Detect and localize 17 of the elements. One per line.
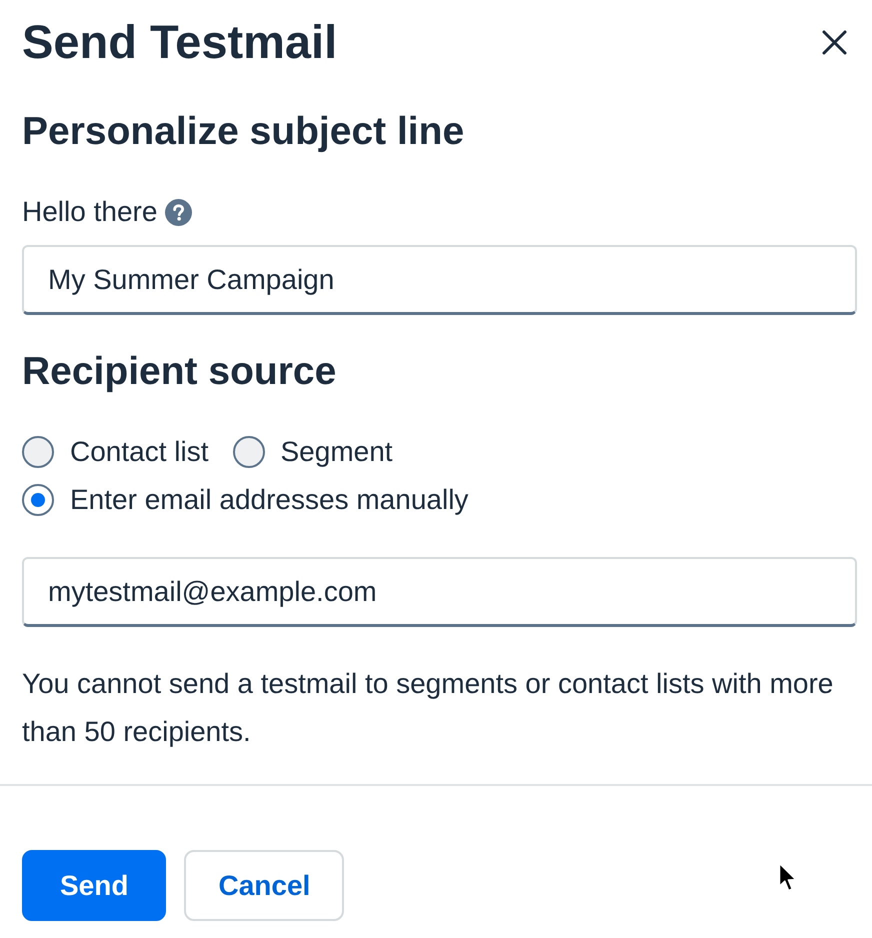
radio-label[interactable]: Enter email addresses manually [70,483,468,517]
section-heading: Recipient source [22,349,338,395]
radio-label[interactable]: Contact list [70,435,208,469]
text-input-field[interactable]: My Summer Campaign [22,245,857,315]
dialog-title: Send Testmail [22,14,338,70]
radio-label[interactable]: Segment [280,435,393,469]
send-button[interactable]: Send [22,850,166,921]
radio-button[interactable] [22,484,54,516]
radio-button[interactable] [22,436,54,468]
section-heading: Personalize subject line [22,109,466,155]
info-text: You cannot send a testmail to segments or contact lists with more than 50 recipients. [22,667,834,749]
radio-button[interactable] [232,436,264,468]
close-button[interactable] [822,30,847,54]
help-icon[interactable] [165,198,192,226]
field-label: Hello there [22,195,158,229]
email-input-field[interactable]: mytestmail@example.com [22,557,857,627]
cancel-button[interactable]: Cancel [184,850,344,921]
